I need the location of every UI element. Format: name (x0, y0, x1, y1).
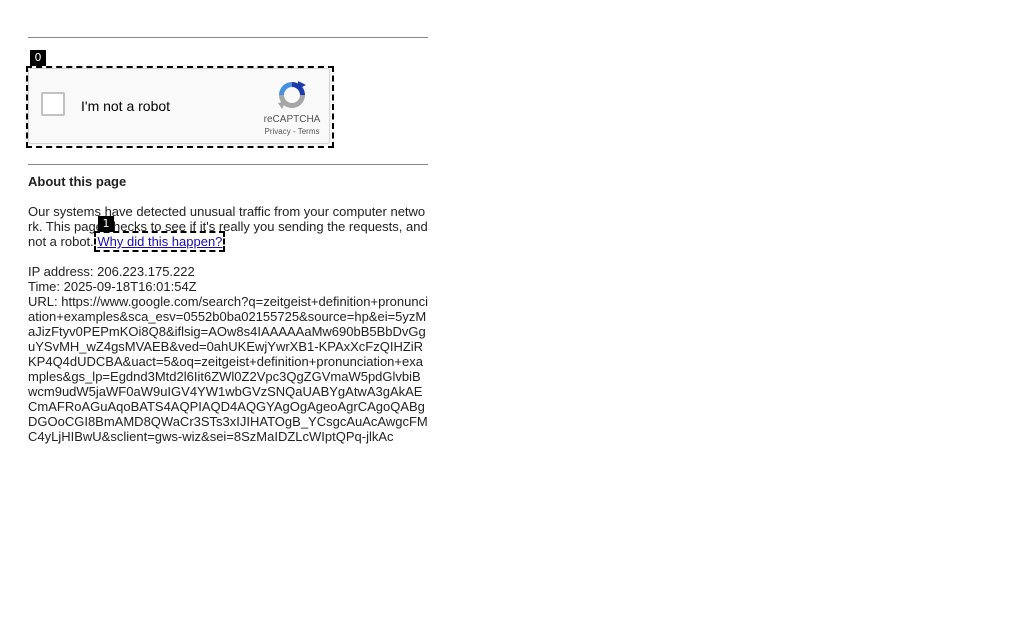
request-time: Time: 2025-09-18T16:01:54Z (28, 279, 197, 294)
unusual-traffic-message: Our systems have detected unusual traffi… (28, 204, 428, 252)
recaptcha-checkbox[interactable] (41, 92, 65, 116)
message-text: Our systems have detected unusual traffi… (28, 204, 428, 249)
request-url: URL: https://www.google.com/search?q=zei… (28, 294, 428, 444)
recaptcha-widget: I'm not a robot reCAPTCHA Privacy - Term… (28, 68, 330, 144)
terms-link[interactable]: Terms (298, 127, 320, 136)
middle-divider (28, 164, 428, 165)
request-details: IP address: 206.223.175.222 Time: 2025-0… (28, 264, 428, 444)
recaptcha-links: Privacy - Terms (257, 127, 327, 137)
about-title: About this page (28, 174, 127, 189)
ip-address: IP address: 206.223.175.222 (28, 264, 195, 279)
top-divider (28, 37, 428, 38)
recaptcha-logo-icon (278, 81, 306, 109)
why-did-this-happen-link[interactable]: Why did this happen? (94, 231, 226, 252)
recaptcha-logo: reCAPTCHA Privacy - Terms (257, 79, 327, 137)
privacy-link[interactable]: Privacy (265, 127, 291, 136)
links-separator: - (290, 127, 298, 136)
recaptcha-brand: reCAPTCHA (263, 114, 321, 125)
element-marker-0: 0 (30, 50, 46, 66)
recaptcha-label: I'm not a robot (81, 98, 171, 114)
element-marker-1: 1 (98, 216, 114, 232)
